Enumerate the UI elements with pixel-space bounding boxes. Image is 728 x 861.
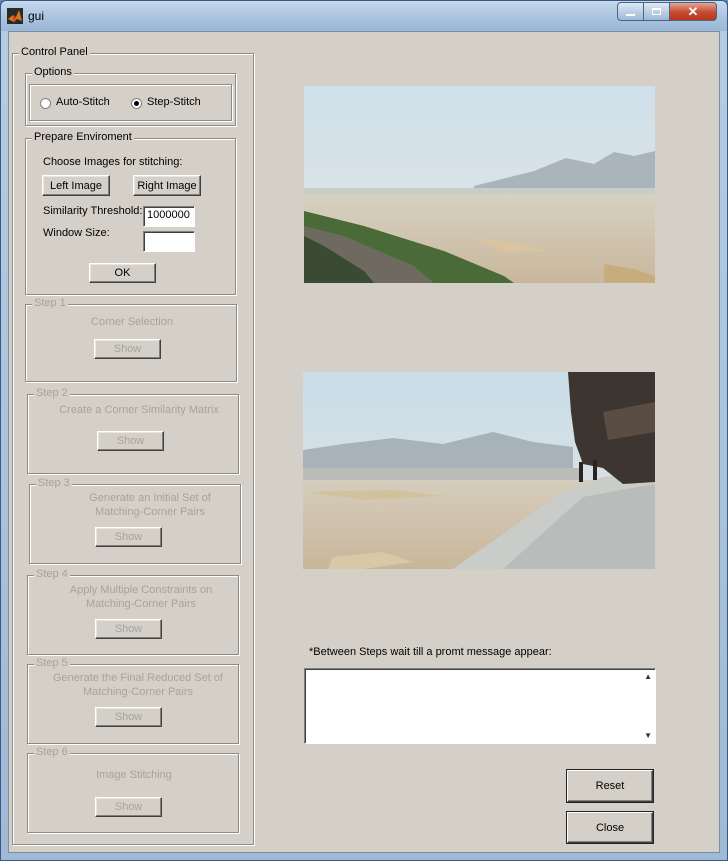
step-2-group: Step 2 Create a Corner Similarity Matrix… [27, 387, 239, 474]
right-image-preview [303, 372, 655, 569]
step-5-group: Step 5 Generate the Final Reduced Set of… [27, 657, 239, 744]
step-5-description: Generate the Final Reduced Set of Matchi… [53, 672, 223, 698]
step-6-title: Step 6 [34, 746, 70, 758]
step-4-description: Apply Multiple Constraints on Matching-C… [69, 584, 213, 610]
step-3-group: Step 3 Generate an Initial Set of Matchi… [29, 477, 241, 564]
options-inner-box: Auto-Stitch Step-Stitch [29, 84, 232, 121]
maximize-button[interactable] [643, 2, 670, 21]
step-1-description: Corner Selection [91, 316, 173, 328]
similarity-threshold-label: Similarity Threshold: [43, 205, 143, 217]
step-5-title: Step 5 [34, 657, 70, 669]
reset-button[interactable]: Reset [567, 770, 653, 802]
window-size-label: Window Size: [43, 227, 110, 239]
control-panel-title: Control Panel [19, 46, 90, 58]
close-window-button[interactable]: ✕ [669, 2, 717, 21]
window-title: gui [28, 9, 45, 23]
step-3-description: Generate an Initial Set of Matching-Corn… [89, 492, 211, 518]
right-image-picture [303, 372, 655, 569]
step-2-show-button[interactable]: Show [97, 431, 164, 451]
prepare-environment-group: Prepare Enviroment Choose Images for sti… [25, 131, 236, 295]
step-3-title: Step 3 [36, 477, 72, 489]
step-1-group: Step 1 Corner Selection Show [25, 297, 237, 382]
right-image-button[interactable]: Right Image [133, 175, 201, 196]
message-listbox[interactable]: ▲ ▼ [304, 668, 656, 744]
left-image-button[interactable]: Left Image [42, 175, 110, 196]
minimize-icon [626, 13, 635, 16]
step-stitch-label[interactable]: Step-Stitch [147, 96, 201, 108]
title-bar[interactable]: gui ✕ [1, 1, 727, 31]
step-1-show-button[interactable]: Show [94, 339, 161, 359]
step-4-group: Step 4 Apply Multiple Constraints on Mat… [27, 568, 239, 655]
close-icon: ✕ [687, 3, 699, 19]
step-4-title: Step 4 [34, 568, 70, 580]
minimize-button[interactable] [617, 2, 644, 21]
similarity-threshold-input[interactable]: 1000000 [143, 206, 195, 227]
step-2-title: Step 2 [34, 387, 70, 399]
auto-stitch-radio[interactable] [40, 98, 51, 109]
step-4-show-button[interactable]: Show [95, 619, 162, 639]
left-image-preview [304, 86, 655, 283]
step-6-description: Image Stitching [96, 769, 172, 781]
step-6-group: Step 6 Image Stitching Show [27, 746, 239, 833]
step-5-show-button[interactable]: Show [95, 707, 162, 727]
options-title: Options [32, 66, 74, 78]
prepare-environment-title: Prepare Enviroment [32, 131, 134, 143]
step-3-show-button[interactable]: Show [95, 527, 162, 547]
step-2-description: Create a Corner Similarity Matrix [59, 404, 219, 416]
window-size-input[interactable] [143, 231, 195, 252]
step-1-title: Step 1 [32, 297, 68, 309]
close-button[interactable]: Close [567, 812, 653, 843]
left-image-picture [304, 86, 655, 283]
scroll-up-icon[interactable]: ▲ [644, 672, 652, 681]
options-group: Options Auto-Stitch Step-Stitch [25, 66, 236, 126]
maximize-icon [652, 8, 661, 15]
scroll-down-icon[interactable]: ▼ [644, 731, 652, 740]
matlab-icon [7, 8, 23, 24]
ok-button[interactable]: OK [89, 263, 156, 283]
choose-images-label: Choose Images for stitching: [43, 156, 183, 168]
step-stitch-radio[interactable] [131, 98, 142, 109]
control-panel: Control Panel Options Auto-Stitch Step-S… [12, 46, 254, 845]
step-6-show-button[interactable]: Show [95, 797, 162, 817]
figure-area: Control Panel Options Auto-Stitch Step-S… [8, 31, 720, 853]
wait-note-label: *Between Steps wait till a promt message… [309, 646, 552, 658]
application-window: gui ✕ Control Panel Options Auto-Stitch … [0, 0, 728, 861]
auto-stitch-label[interactable]: Auto-Stitch [56, 96, 110, 108]
